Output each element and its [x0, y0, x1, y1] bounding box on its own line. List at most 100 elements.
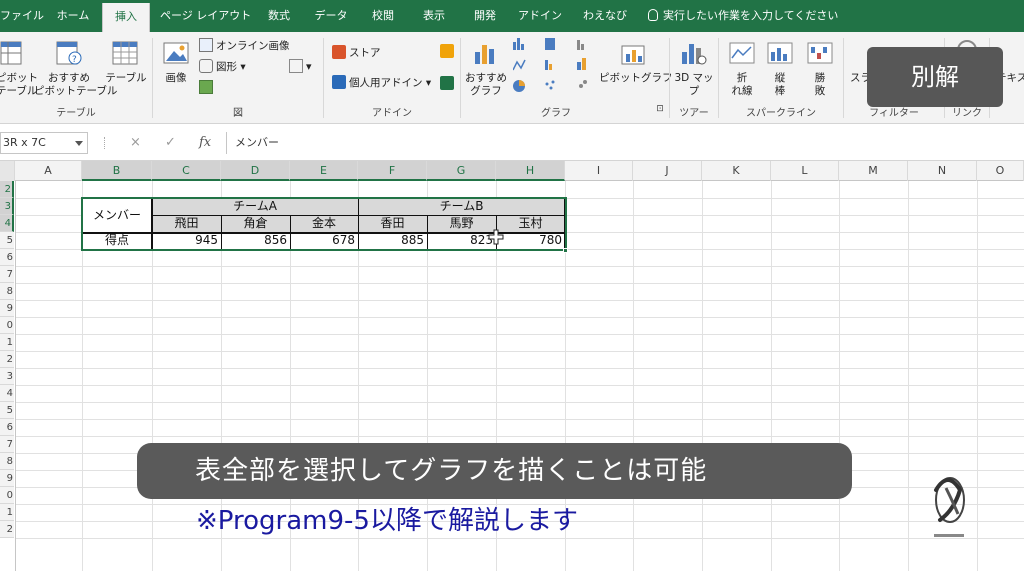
watermark-logo: [934, 477, 965, 537]
online-picture-label: オンライン画像: [216, 40, 290, 52]
shapes-button[interactable]: 図形 ▾: [199, 58, 246, 76]
my-addins-button[interactable]: 個人用アドイン ▾: [332, 74, 431, 92]
row-header[interactable]: 2: [0, 181, 14, 198]
shapes-icon: [199, 59, 213, 73]
sparkline-column-button[interactable]: 縦棒: [765, 72, 795, 98]
row-header[interactable]: 3: [0, 198, 14, 215]
row-header[interactable]: 9: [0, 300, 14, 317]
row-header[interactable]: 2: [0, 521, 14, 538]
tab-waenavi[interactable]: わえなび: [576, 0, 634, 32]
alternative-solution-badge: 別解: [867, 47, 1003, 107]
column-header-i[interactable]: I: [565, 161, 633, 181]
recommended-charts-button[interactable]: おすすめ グラフ: [463, 72, 509, 98]
column-headers: A B C D E F G H I J K L M N O: [0, 161, 1024, 181]
smartart-button[interactable]: [199, 79, 216, 97]
screenshot-button[interactable]: ▾: [289, 58, 312, 76]
column-header-f[interactable]: F: [358, 161, 427, 181]
row-header[interactable]: 6: [0, 249, 14, 266]
column-header-a[interactable]: A: [15, 161, 82, 181]
store-label: ストア: [349, 47, 381, 59]
map3d-button[interactable]: 3D マップ: [672, 72, 716, 98]
row-header[interactable]: 0: [0, 487, 14, 504]
column-header-k[interactable]: K: [702, 161, 771, 181]
column-header-n[interactable]: N: [908, 161, 977, 181]
subtitle-caption: 表全部を選択してグラフを描くことは可能: [137, 443, 852, 499]
column-header-l[interactable]: L: [771, 161, 839, 181]
group-charts: おすすめ グラフ ピボットグラフ グラフ ⊡: [461, 32, 673, 124]
row-header[interactable]: 2: [0, 351, 14, 368]
cancel-icon[interactable]: ×: [130, 133, 141, 153]
row-header[interactable]: 4: [0, 215, 14, 232]
column-header-b[interactable]: B: [82, 161, 152, 181]
recommended-charts-icon: [475, 45, 494, 64]
column-header-e[interactable]: E: [290, 161, 358, 181]
column-header-j[interactable]: J: [633, 161, 702, 181]
row-header[interactable]: 4: [0, 385, 14, 402]
pivot-table-button[interactable]: ピボット テーブル: [0, 72, 38, 98]
people-graph-icon[interactable]: [440, 76, 454, 90]
note-text: ※Program9-5以降で解説します: [196, 506, 578, 536]
column-header-m[interactable]: M: [839, 161, 908, 181]
tab-formulas[interactable]: 数式: [256, 0, 302, 32]
lightbulb-icon: [648, 9, 658, 21]
group-table: ピボット テーブル ? おすすめ ピボットテーブル テーブル テーブル: [0, 32, 152, 124]
pivot-chart-button[interactable]: ピボットグラフ: [599, 72, 673, 85]
tab-addins[interactable]: アドイン: [514, 0, 566, 32]
sparkline-line-icon: [729, 42, 755, 64]
sparkline-winloss-button[interactable]: 勝敗: [805, 72, 835, 98]
row-header[interactable]: 5: [0, 232, 14, 249]
fill-handle[interactable]: [563, 248, 568, 253]
picture-icon: [163, 42, 189, 64]
row-header[interactable]: 9: [0, 470, 14, 487]
insert-function-icon[interactable]: fx: [199, 133, 211, 153]
smartart-icon: [199, 80, 213, 94]
tab-review[interactable]: 校閲: [362, 0, 404, 32]
tab-page-layout[interactable]: ページ レイアウト: [160, 0, 251, 32]
tell-me-box[interactable]: 実行したい作業を入力してください: [648, 0, 838, 32]
recommended-pivot-button[interactable]: おすすめ ピボットテーブル: [34, 72, 117, 98]
pivot-chart-icon: [621, 45, 645, 65]
shapes-label: 図形: [216, 61, 237, 73]
column-header-o[interactable]: O: [977, 161, 1024, 181]
row-header[interactable]: 3: [0, 368, 14, 385]
tab-insert[interactable]: 挿入: [102, 3, 150, 32]
pivot-table-icon: [0, 41, 22, 65]
row-header[interactable]: 7: [0, 266, 14, 283]
store-icon: [332, 45, 346, 59]
row-header[interactable]: 1: [0, 504, 14, 521]
column-header-g[interactable]: G: [427, 161, 496, 181]
row-header[interactable]: 1: [0, 334, 14, 351]
table-button[interactable]: テーブル: [104, 72, 148, 85]
tab-view[interactable]: 表示: [413, 0, 455, 32]
row-header[interactable]: 5: [0, 402, 14, 419]
grip-divider[interactable]: [104, 137, 106, 149]
column-header-h[interactable]: H: [496, 161, 565, 181]
column-header-d[interactable]: D: [221, 161, 290, 181]
bing-maps-icon[interactable]: [440, 44, 454, 58]
tab-home[interactable]: ホーム: [50, 0, 96, 32]
column-header-c[interactable]: C: [152, 161, 221, 181]
online-picture-button[interactable]: オンライン画像: [199, 37, 290, 55]
row-header[interactable]: 0: [0, 317, 14, 334]
enter-icon[interactable]: ✓: [165, 133, 176, 153]
sparkline-line-button[interactable]: 折れ線: [725, 72, 759, 98]
tab-developer[interactable]: 開発: [464, 0, 506, 32]
tab-data[interactable]: データ: [310, 0, 352, 32]
select-all-corner[interactable]: [0, 161, 15, 181]
svg-text:?: ?: [72, 55, 77, 65]
row-header[interactable]: 6: [0, 419, 14, 436]
row-header[interactable]: 7: [0, 436, 14, 453]
picture-button[interactable]: 画像: [157, 72, 195, 85]
store-button[interactable]: ストア: [332, 44, 381, 62]
recommended-pivot-icon: ?: [56, 41, 82, 65]
name-box[interactable]: 3R x 7C: [0, 132, 88, 154]
row-header[interactable]: 8: [0, 453, 14, 470]
formula-bar: 3R x 7C × ✓ fx メンバー: [0, 125, 1024, 161]
chevron-down-icon[interactable]: [75, 141, 83, 146]
charts-dialog-launcher-icon[interactable]: ⊡: [655, 104, 665, 114]
row-header[interactable]: 8: [0, 283, 14, 300]
cell-cursor-icon: [488, 229, 504, 245]
tab-file[interactable]: ファイル: [0, 0, 44, 32]
chart-type-icons[interactable]: [513, 36, 603, 96]
formula-input[interactable]: メンバー: [226, 132, 1024, 154]
